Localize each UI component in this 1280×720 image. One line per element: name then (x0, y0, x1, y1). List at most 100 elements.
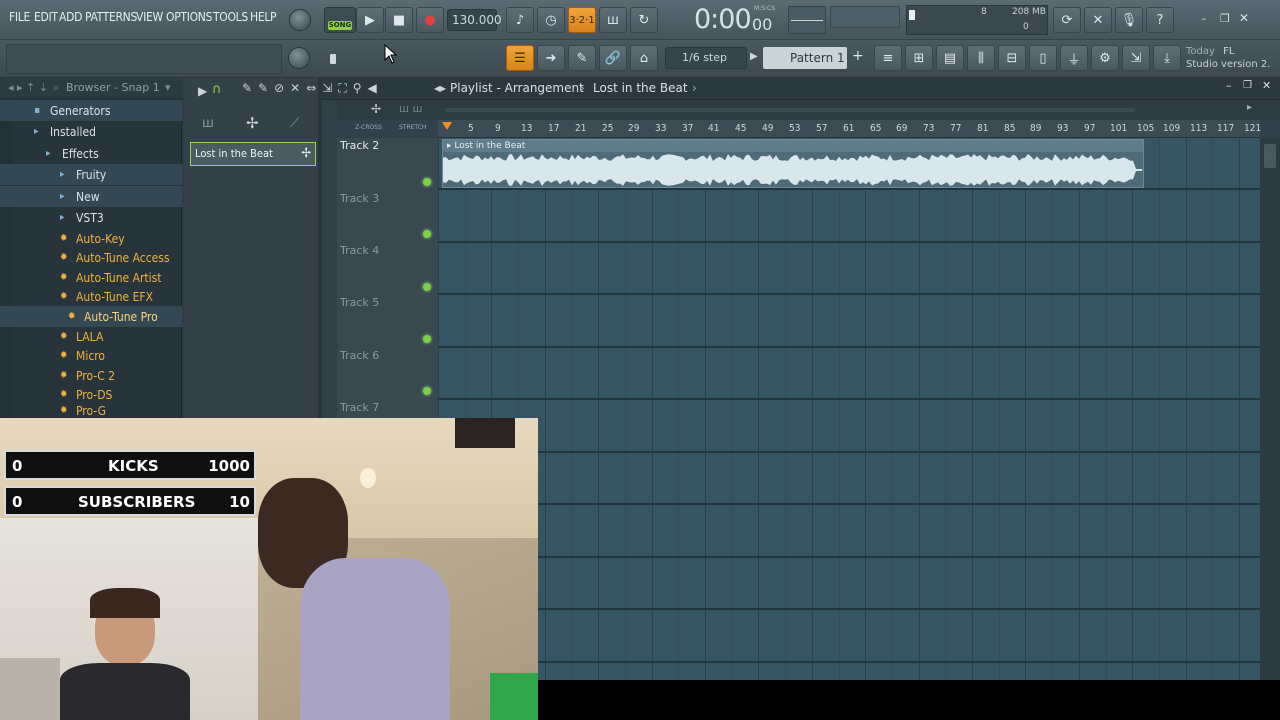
pencil-tool-button[interactable]: ✎ (568, 45, 596, 71)
track-mute-led[interactable] (423, 387, 431, 395)
browser-toggle-button[interactable]: ⊟ (998, 45, 1026, 71)
pattern-picker-icon[interactable]: ш (202, 116, 214, 131)
browser-item-pro-g[interactable]: ✹ Pro-G (0, 404, 182, 418)
audio-clip[interactable]: ▸ Lost in the Beat (442, 139, 1144, 188)
menu-tools[interactable]: TOOLS (213, 10, 248, 24)
menu-edit[interactable]: EDIT (34, 10, 58, 24)
browser-item-lala[interactable]: ✹ LALA (0, 326, 182, 347)
track-name[interactable]: Track 4 (340, 244, 379, 257)
browser-item-vst3[interactable]: ▸ VST3 (0, 207, 182, 228)
touch-controller-button[interactable]: ⚙ (1091, 45, 1119, 71)
playlist-maximize-icon[interactable]: ❐ (1243, 80, 1252, 91)
add-pattern-icon[interactable]: + (852, 48, 864, 64)
mixer-button[interactable]: ⫼ (967, 45, 995, 71)
browser-item-pro-c2[interactable]: ✹ Pro-C 2 (0, 365, 182, 386)
arrow-tool-button[interactable]: ➜ (537, 45, 565, 71)
help-button[interactable]: ? (1146, 7, 1174, 33)
playlist-minimize-icon[interactable]: – (1226, 79, 1232, 92)
playhead-marker[interactable] (442, 122, 452, 130)
playlist-button[interactable]: ☰ (506, 45, 534, 71)
stretch-label[interactable]: STRETCH (399, 124, 426, 131)
step-edit-button[interactable]: ш (599, 7, 627, 33)
zcross-label[interactable]: Z-CROSS (355, 124, 382, 131)
scrollbar-thumb[interactable] (1264, 144, 1276, 168)
channel-rack-button[interactable]: ▤ (936, 45, 964, 71)
track-name[interactable]: Track 6 (340, 349, 379, 362)
track-name[interactable]: Track 2 (340, 139, 379, 152)
playlist-tool-icons[interactable]: ✎✎⊘✕⇔⇲⛶⚲◀ (242, 81, 383, 96)
scroll-arrow-icon[interactable]: ▸ (1247, 102, 1252, 113)
tempo-display[interactable]: 130.000 (447, 9, 502, 31)
master-volume-knob[interactable] (289, 9, 311, 31)
master-slider[interactable] (330, 54, 490, 64)
magnet-icon[interactable]: ∩ (212, 82, 222, 97)
menu-view[interactable]: VIEW (136, 10, 163, 24)
playlist-grid[interactable] (438, 138, 1260, 680)
plugin-picker-button[interactable]: ⏚ (1060, 45, 1088, 71)
menu-help[interactable]: HELP (250, 10, 277, 24)
browser-item-auto-tune-access[interactable]: ✹ Auto-Tune Access (0, 247, 182, 268)
pattern-arrow-icon[interactable]: ▶ (750, 51, 758, 62)
browser-item-effects[interactable]: ▸ Effects (0, 143, 182, 164)
countdown-button[interactable]: 3·2·1 (568, 7, 596, 33)
pattern-tool-icon[interactable]: ш ш (399, 102, 423, 115)
download-button[interactable]: ⤓ (1153, 45, 1181, 71)
automation-picker-icon[interactable]: ⟋ (290, 116, 299, 131)
browser-item-generators[interactable]: ▪ Generators (0, 100, 182, 121)
track-mute-led[interactable] (423, 230, 431, 238)
menu-add[interactable]: ADD (59, 10, 82, 24)
browser-item-installed[interactable]: ▸ Installed (0, 121, 182, 142)
track-mute-led[interactable] (423, 178, 431, 186)
link-button[interactable]: 🔗 (599, 45, 627, 71)
online-button[interactable]: ⟳ (1053, 7, 1081, 33)
audio-clip-picker-icon[interactable]: ✢ (246, 114, 259, 132)
restore-icon[interactable]: ❐ (1220, 12, 1234, 26)
wait-input-button[interactable]: ◷ (537, 7, 565, 33)
track-name[interactable]: Track 3 (340, 192, 379, 205)
browser-search-icon[interactable]: ⌕ (53, 78, 59, 98)
audio-clip-tool-icon[interactable]: ✢ (371, 102, 381, 116)
record-button[interactable]: ● (416, 7, 444, 33)
browser-item-fruity[interactable]: ▸ Fruity (0, 164, 182, 185)
master-pitch-knob[interactable] (288, 47, 310, 69)
browser-menu-icon[interactable]: ▾ (165, 78, 171, 98)
browser-item-auto-tune-efx[interactable]: ✹ Auto-Tune EFX (0, 286, 182, 307)
slider-handle[interactable] (330, 54, 336, 64)
playlist-arrow-icon[interactable]: ◂▸ (434, 81, 446, 95)
piano-roll-button[interactable]: ⊞ (905, 45, 933, 71)
playlist-close-icon[interactable]: ✕ (1262, 79, 1271, 92)
browser-item-auto-tune-pro[interactable]: ✹ Auto-Tune Pro (0, 306, 182, 327)
news-panel[interactable]: Today FL Studio version 2. (1186, 45, 1278, 73)
track-mute-led[interactable] (423, 335, 431, 343)
vertical-scrollbar[interactable] (1260, 138, 1280, 680)
loop-record-button[interactable]: ↻ (630, 7, 658, 33)
snap-selector[interactable]: 1/6 step (665, 47, 747, 69)
clip-list-item[interactable]: Lost in the Beat ✢ (190, 142, 316, 166)
horizontal-scrollbar[interactable] (445, 108, 1135, 112)
menu-options[interactable]: OPTIONS (166, 10, 212, 24)
track-name[interactable]: Track 5 (340, 296, 379, 309)
timeline-ruler[interactable]: 5 9 13 17 21 25 29 33 37 41 45 49 53 57 … (438, 120, 1261, 138)
play-button[interactable]: ▶ (356, 7, 384, 33)
browser-item-new[interactable]: ▸ New (0, 186, 182, 207)
pattern-selector[interactable]: Pattern 1 (763, 47, 847, 69)
minimize-icon[interactable]: – (1201, 12, 1215, 26)
stop-button[interactable]: ■ (385, 7, 413, 33)
browser-nav-icons[interactable]: ◂ ▸ ⇡ ⇣ (8, 78, 48, 98)
audio-input-button[interactable]: 🎙 (1115, 7, 1143, 33)
stamp-button[interactable]: ⌂ (630, 45, 658, 71)
playlist-window-button[interactable]: ≡ (874, 45, 902, 71)
project-button[interactable]: ▯ (1029, 45, 1057, 71)
pat-song-switch[interactable]: SONG (324, 7, 356, 33)
tempo-tapper-button[interactable]: ⇲ (1122, 45, 1150, 71)
close-icon[interactable]: ✕ (1239, 11, 1253, 25)
track-name[interactable]: Track 7 (340, 401, 379, 414)
menu-file[interactable]: FILE (9, 10, 30, 24)
track-mute-led[interactable] (423, 283, 431, 291)
menu-patterns[interactable]: PATTERNS (85, 10, 137, 24)
browser-item-pro-ds[interactable]: ✹ Pro-DS (0, 384, 182, 405)
browser-item-micro[interactable]: ✹ Micro (0, 345, 182, 366)
metronome-button[interactable]: ♪ (506, 7, 534, 33)
browser-item-auto-key[interactable]: ✹ Auto-Key (0, 228, 182, 249)
play-icon[interactable]: ▶ (198, 84, 207, 98)
